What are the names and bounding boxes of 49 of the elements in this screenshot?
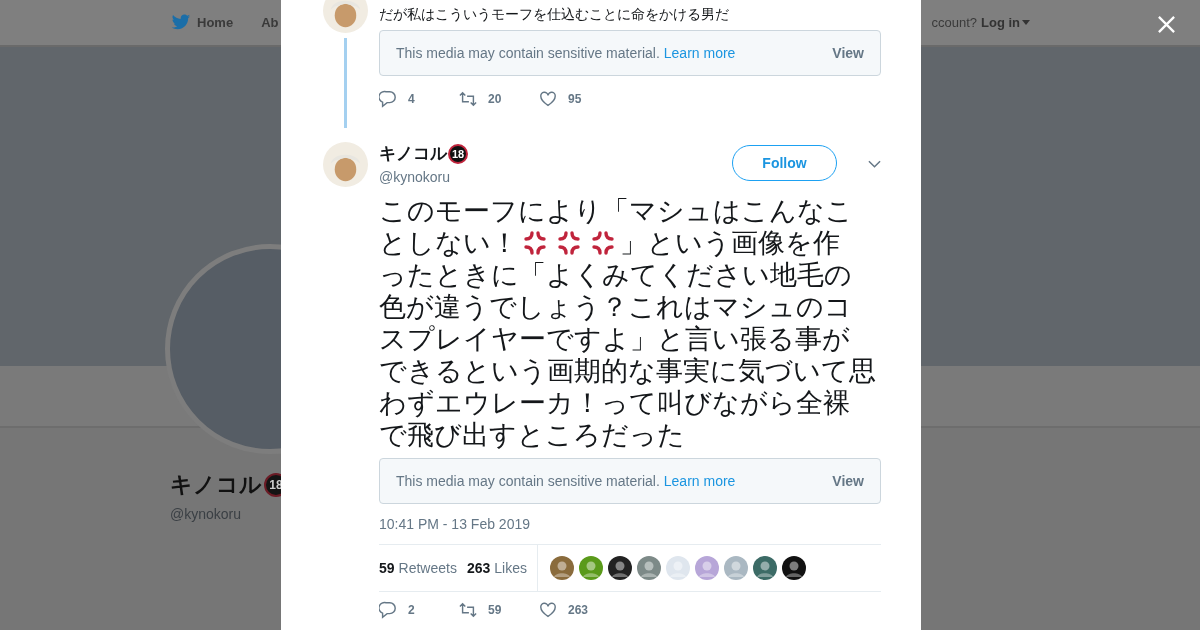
avatar-icon [323, 142, 368, 187]
age-badge: 18 [448, 143, 468, 164]
reply-count: 4 [408, 92, 415, 106]
login-button[interactable]: Log in [981, 15, 1030, 30]
retweet-total[interactable]: 59 [379, 560, 395, 576]
avatar-icon [323, 0, 368, 33]
tweet-text: 色が違うでしょう？これはマシュのコ [379, 291, 852, 323]
tweet-text: このモーフにより「マシュはこんなこ [379, 195, 853, 227]
tweet-text: スプレイヤーですよ」と言い張る事が [379, 323, 850, 355]
profile-handle: @kynokoru [170, 506, 243, 522]
close-icon[interactable] [1157, 15, 1176, 34]
likes-label[interactable]: Likes [494, 560, 527, 576]
account-prompt: ccount? [931, 15, 977, 30]
user-name: キノコル [379, 143, 447, 165]
follow-button[interactable]: Follow [732, 145, 837, 181]
tweet-text: できるという画期的な事実に気づいて思 [379, 355, 876, 387]
learn-more-link[interactable]: Learn more [663, 45, 736, 61]
notice-text: This media may contain sensitive material. [396, 45, 660, 61]
retweet-icon[interactable] [459, 90, 477, 108]
home-link[interactable]: Home [197, 15, 234, 30]
reply-count: 2 [408, 603, 415, 617]
like-count: 263 [568, 603, 589, 617]
like-total[interactable]: 263 [466, 560, 491, 576]
view-button[interactable]: View [832, 45, 864, 61]
heart-icon[interactable] [539, 90, 557, 108]
retweets-label[interactable]: Retweets [398, 560, 457, 576]
profile-name: キノコル [170, 471, 262, 499]
tweet-text: としない！ [379, 227, 518, 259]
about-link[interactable]: Ab [261, 15, 279, 30]
reply-icon[interactable] [379, 601, 397, 619]
learn-more-link[interactable]: Learn more [663, 473, 736, 489]
bird-icon [171, 14, 191, 31]
tweet-text: わずエウレーカ！って叫びながら全裸 [379, 387, 850, 419]
tweet-text: ったときに「よくみてください地毛の [379, 259, 852, 291]
heart-icon[interactable] [539, 601, 557, 619]
view-button[interactable]: View [832, 473, 864, 489]
chevron-icon[interactable] [868, 160, 881, 168]
reply-icon[interactable] [379, 90, 397, 108]
retweet-icon[interactable] [459, 601, 477, 619]
retweet-count: 59 [488, 603, 502, 617]
tweet-timestamp: 10:41 PM - 13 Feb 2019 [379, 516, 531, 532]
user-handle: @kynokoru [379, 169, 452, 185]
like-count: 95 [568, 92, 582, 106]
tweet-text: 」という画像を作 [620, 227, 840, 259]
notice-text: This media may contain sensitive material. [396, 473, 660, 489]
tweet-text: だが私はこういうモーフを仕込むことに命をかける男だ [379, 5, 730, 23]
retweet-count: 20 [488, 92, 502, 106]
caret-icon [1022, 20, 1030, 25]
tweet-text: で飛び出すところだった [379, 419, 685, 451]
